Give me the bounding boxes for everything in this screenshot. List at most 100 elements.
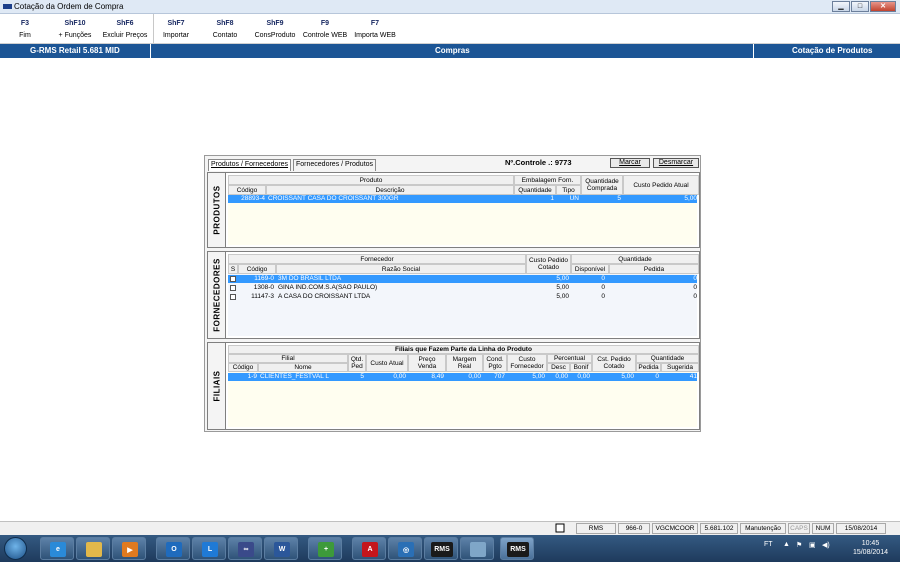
status-num: NUM xyxy=(812,523,834,534)
col-tipo: Tipo xyxy=(556,185,581,195)
clock-date: 15/08/2014 xyxy=(852,549,888,556)
app-icon xyxy=(3,4,12,9)
status-date: 15/08/2014 xyxy=(836,523,886,534)
cell-cst-cotado: 5,00 xyxy=(621,373,634,380)
cell-disponivel: 0 xyxy=(601,293,605,300)
table-row[interactable]: 1169-0 3M DO BRASIL LTDA 5,00 0 0 xyxy=(228,275,697,283)
select-checkbox[interactable] xyxy=(230,285,236,291)
word-icon[interactable]: W xyxy=(264,537,298,560)
tb-fim-button[interactable]: F3 Fim xyxy=(10,18,40,42)
tb-consproduto-button[interactable]: ShF9 ConsProduto xyxy=(250,18,300,42)
fornecedores-label: FORNECEDORES xyxy=(212,258,221,332)
minimize-button[interactable]: ▁ xyxy=(832,1,850,12)
network-tray-icon[interactable]: ▣ xyxy=(809,541,816,549)
cell-pedida: 0 xyxy=(693,284,697,291)
tb-contato-button[interactable]: ShF8 Contato xyxy=(205,18,245,42)
cell-nome: CLIENTES_FESTVAL L xyxy=(260,373,329,380)
col-custo-atual: Custo Atual xyxy=(366,354,408,372)
rms-icon[interactable]: RMS xyxy=(424,537,458,560)
cell-codigo: 1169-0 xyxy=(254,275,274,282)
maximize-button[interactable]: □ xyxy=(851,1,869,12)
cell-pedida: 0 xyxy=(693,293,697,300)
tab-produtos-fornecedores[interactable]: Produtos / Fornecedores xyxy=(208,159,292,171)
tb-excluir-precos-button[interactable]: ShF6 Excluir Preços xyxy=(100,18,150,42)
select-checkbox[interactable] xyxy=(230,276,236,282)
close-button[interactable]: ✕ xyxy=(870,1,896,12)
select-checkbox[interactable] xyxy=(230,294,236,300)
outlook-icon[interactable]: O xyxy=(156,537,190,560)
cotacao-dialog: Produtos / Fornecedores Fornecedores / P… xyxy=(204,155,701,432)
network-icon[interactable]: ◎ xyxy=(388,537,422,560)
table-row[interactable]: 1-9 CLIENTES_FESTVAL L 5 0,00 8,49 0,00 … xyxy=(228,373,697,381)
filiais-label: FILIAIS xyxy=(212,370,221,402)
flag-icon[interactable]: ⚑ xyxy=(796,541,802,549)
volume-icon[interactable]: ◀) xyxy=(822,541,830,549)
fornecedores-panel: FORNECEDORES Fornecedor Custo Pedido Cot… xyxy=(207,251,700,339)
col-group-quantidade: Quantidade xyxy=(636,354,699,363)
cell-pedida: 0 xyxy=(693,275,697,282)
col-razao-social: Razão Social xyxy=(276,264,526,274)
tb-controle-web-button[interactable]: F9 Controle WEB xyxy=(302,18,348,42)
controle-number: Nº.Controle .: 9773 xyxy=(505,158,572,167)
desmarcar-button[interactable]: Desmarcar xyxy=(653,158,699,168)
tb-importa-web-button[interactable]: F7 Importa WEB xyxy=(352,18,398,42)
col-preco-venda: Preço Venda xyxy=(408,354,446,372)
start-button[interactable] xyxy=(4,537,27,560)
col-disponivel: Disponível xyxy=(571,264,609,274)
marcar-button[interactable]: Marcar xyxy=(610,158,650,168)
cell-razao: GINA IND.COM.S.A(SAO PAULO) xyxy=(278,284,378,291)
col-bonif: Bonif xyxy=(570,363,592,372)
lync-icon[interactable]: L xyxy=(192,537,226,560)
cell-custo: 5,00 xyxy=(684,195,697,202)
app-icon-window[interactable] xyxy=(460,537,494,560)
produtos-grid: Produto Embalagem Forn. Quantidade Compr… xyxy=(228,175,699,245)
col-nome: Nome xyxy=(258,363,348,372)
cell-codigo: 1308-0 xyxy=(253,284,274,291)
col-sugerida: Sugerida xyxy=(661,363,699,372)
app-icon-green[interactable]: + xyxy=(308,537,342,560)
explorer-icon[interactable] xyxy=(76,537,110,560)
cell-codigo: 11147-3 xyxy=(251,293,274,300)
cell-codigo: 1-9 xyxy=(247,373,257,380)
clock-time: 10:45 xyxy=(861,540,880,547)
clock[interactable]: 10:45 15/08/2014 xyxy=(853,539,888,557)
media-player-icon[interactable]: ▶ xyxy=(112,537,146,560)
document-icon xyxy=(553,523,567,534)
acrobat-icon[interactable]: A xyxy=(352,537,386,560)
tab-fornecedores-produtos[interactable]: Fornecedores / Produtos xyxy=(293,159,377,171)
cell-custo: 5,00 xyxy=(556,293,569,300)
taskbar: e ▶ O L ∞ W + A ◎ RMS RMS FT ▲ ⚑ ▣ ◀) 10… xyxy=(0,535,900,562)
function-toolbar: F3 Fim ShF10 + Funções ShF6 Excluir Preços … xyxy=(0,14,900,44)
col-codigo: Código xyxy=(228,185,266,195)
status-code: 966-0 xyxy=(618,523,650,534)
table-row[interactable]: 11147-3 A CASA DO CROISSANT LTDA 5,00 0 … xyxy=(228,293,697,301)
table-row[interactable]: 1308-0 GINA IND.COM.S.A(SAO PAULO) 5,00 … xyxy=(228,284,697,292)
col-custo-cotado: Custo Pedido Cotado xyxy=(526,254,571,274)
status-version: 5.681.102 xyxy=(700,523,738,534)
app-icon-cc[interactable]: ∞ xyxy=(228,537,262,560)
title-bar: Cotação da Ordem de Compra ▁ □ ✕ xyxy=(0,0,900,14)
tb-funcoes-button[interactable]: ShF10 + Funções xyxy=(55,18,95,42)
col-group-filial: Filial xyxy=(228,354,348,363)
tray-arrow-icon[interactable]: ▲ xyxy=(783,541,790,548)
col-s: S xyxy=(228,264,238,274)
col-desc: Desc xyxy=(547,363,570,372)
window-title: Cotação da Ordem de Compra xyxy=(14,2,124,11)
col-pedida: Pedida xyxy=(636,363,661,372)
language-indicator[interactable]: FT xyxy=(764,541,773,548)
cell-qtd: 5 xyxy=(360,373,364,380)
tb-importar-button[interactable]: ShF7 Importar xyxy=(156,18,196,42)
filiais-grid: Filiais que Fazem Parte da Linha do Prod… xyxy=(228,345,699,427)
cell-descricao: CROISSANT CASA DO CROISSANT 300GR xyxy=(268,195,399,202)
cell-bonif: 0,00 xyxy=(577,373,590,380)
table-row[interactable]: 28893-4 CROISSANT CASA DO CROISSANT 300G… xyxy=(228,195,697,203)
rms-active-icon[interactable]: RMS xyxy=(500,537,534,560)
ie-icon[interactable]: e xyxy=(40,537,74,560)
col-qtd-comprada: Quantidade Comprada xyxy=(581,175,623,195)
cell-razao: 3M DO BRASIL LTDA xyxy=(278,275,342,282)
col-cond-pgto: Cond. Pgto xyxy=(483,354,507,372)
col-codigo: Código xyxy=(238,264,276,274)
cell-cond: 707 xyxy=(494,373,505,380)
fornecedores-grid: Fornecedor Custo Pedido Cotado Quantidad… xyxy=(228,254,699,336)
col-codigo: Código xyxy=(228,363,258,372)
